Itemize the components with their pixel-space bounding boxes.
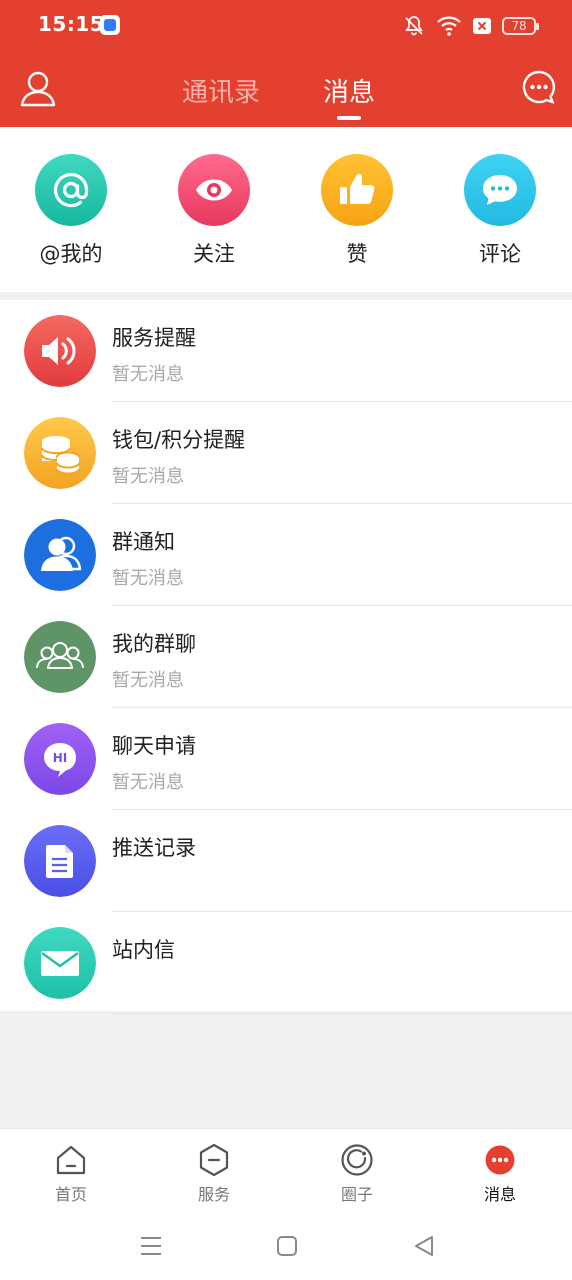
list-item-title: 钱包/积分提醒: [112, 428, 246, 452]
app-notification-icon: [100, 15, 120, 35]
svg-text:HI: HI: [53, 751, 68, 765]
list-item-push-records[interactable]: 推送记录: [0, 810, 572, 912]
document-icon: [24, 825, 96, 897]
list-item-service-reminder[interactable]: 服务提醒 暂无消息: [0, 300, 572, 402]
wifi-icon: [437, 16, 461, 36]
quick-actions: @我的 关注 赞 评论: [0, 127, 572, 292]
quick-action-follow[interactable]: 关注: [154, 154, 274, 268]
quick-action-label: @我的: [39, 242, 103, 266]
header-tabs: 通讯录 消息: [0, 52, 572, 127]
menu-icon[interactable]: [139, 1234, 163, 1258]
quick-action-comment[interactable]: 评论: [440, 154, 560, 268]
list-item-title: 站内信: [112, 938, 175, 962]
list-item-title: 服务提醒: [112, 326, 196, 350]
divider: [112, 1013, 572, 1014]
list-item-title: 聊天申请: [112, 734, 196, 758]
list-item-chat-requests[interactable]: HI 聊天申请 暂无消息: [0, 708, 572, 810]
list-item-group-notice[interactable]: 群通知 暂无消息: [0, 504, 572, 606]
list-item-my-group-chats[interactable]: 我的群聊 暂无消息: [0, 606, 572, 708]
message-icon: [485, 1145, 515, 1175]
nav-service[interactable]: 服务: [174, 1143, 254, 1205]
list-item-subtitle: 暂无消息: [112, 772, 184, 793]
circle-icon: [341, 1144, 373, 1176]
tab-active-indicator: [337, 116, 361, 120]
group-icon: [24, 519, 96, 591]
list-item-subtitle: 暂无消息: [112, 568, 184, 589]
quick-action-like[interactable]: 赞: [297, 154, 417, 268]
hi-bubble-icon: HI: [24, 723, 96, 795]
mute-icon: [405, 16, 423, 36]
chat-more-icon[interactable]: [522, 70, 556, 104]
top-bar: 15:15 78 通讯录 消息: [0, 0, 572, 127]
list-item-title: 群通知: [112, 530, 175, 554]
status-icons: 78: [402, 14, 539, 38]
list-item-wallet-points[interactable]: 钱包/积分提醒 暂无消息: [0, 402, 572, 504]
tab-contacts[interactable]: 通讯录: [182, 72, 260, 109]
list-item-subtitle: 暂无消息: [112, 466, 184, 487]
nav-label: 圈子: [340, 1185, 373, 1204]
home-square-icon[interactable]: [275, 1234, 299, 1258]
no-sim-icon: [473, 18, 491, 34]
status-time: 15:15: [38, 12, 105, 36]
comment-icon: [464, 154, 536, 226]
at-icon: [35, 154, 107, 226]
person-icon[interactable]: [20, 70, 56, 108]
system-nav-bar: [0, 1218, 572, 1280]
nav-label: 首页: [54, 1185, 87, 1204]
quick-action-label: 赞: [346, 242, 368, 266]
list-item-subtitle: 暂无消息: [112, 364, 184, 385]
nav-messages[interactable]: 消息: [460, 1143, 540, 1205]
speaker-icon: [24, 315, 96, 387]
quick-action-at-me[interactable]: @我的: [11, 154, 131, 268]
header: 通讯录 消息: [0, 52, 572, 127]
home-icon: [56, 1145, 86, 1175]
status-bar: 15:15 78: [0, 0, 572, 52]
quick-action-label: 评论: [479, 242, 521, 266]
list-item-inbox[interactable]: 站内信: [0, 912, 572, 1014]
list-item-title: 我的群聊: [112, 632, 196, 656]
list-item-title: 推送记录: [112, 836, 196, 860]
nav-circle[interactable]: 圈子: [317, 1143, 397, 1205]
eye-icon: [178, 154, 250, 226]
thumbs-up-icon: [321, 154, 393, 226]
quick-action-label: 关注: [193, 242, 235, 266]
message-list: 服务提醒 暂无消息 钱包/积分提醒 暂无消息 群通知 暂无消息 我的群聊 暂无消…: [0, 300, 572, 1014]
bottom-nav: 首页 服务 圈子 消息: [0, 1128, 572, 1218]
mail-icon: [24, 927, 96, 999]
group-chat-icon: [24, 621, 96, 693]
back-icon[interactable]: [412, 1234, 436, 1258]
coins-icon: [24, 417, 96, 489]
nav-label: 消息: [483, 1185, 516, 1204]
battery-indicator: 78: [502, 17, 539, 35]
nav-home[interactable]: 首页: [31, 1143, 111, 1205]
list-item-subtitle: 暂无消息: [112, 670, 184, 691]
nav-label: 服务: [197, 1185, 230, 1204]
tab-messages[interactable]: 消息: [323, 72, 375, 109]
service-icon: [199, 1143, 229, 1177]
